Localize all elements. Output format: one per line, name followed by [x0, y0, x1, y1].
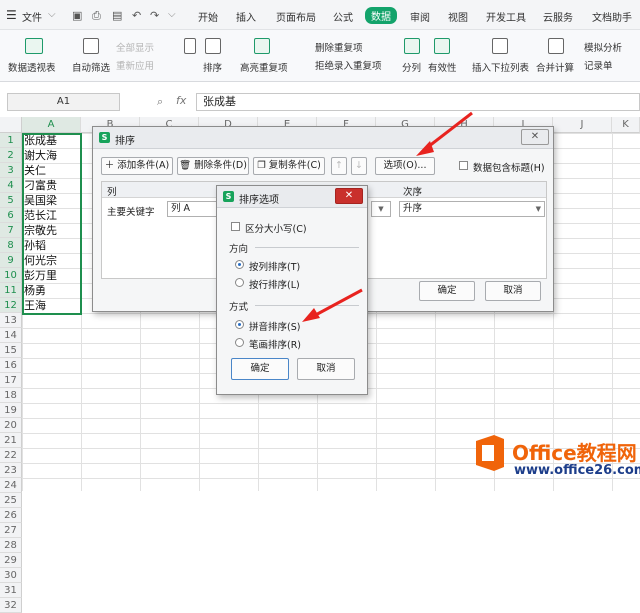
arrow-to-pinyin: [302, 288, 363, 322]
row-header[interactable]: 27: [0, 523, 22, 538]
row-header[interactable]: 29: [0, 553, 22, 568]
watermark-brand: Office教程网: [512, 441, 637, 465]
watermark-url: www.office26.com: [514, 463, 640, 478]
row-header[interactable]: 30: [0, 568, 22, 583]
row-header[interactable]: 28: [0, 538, 22, 553]
row-header[interactable]: 25: [0, 493, 22, 508]
office-logo-icon: [472, 433, 508, 473]
row-header[interactable]: 26: [0, 508, 22, 523]
annotation-arrows: [302, 111, 473, 322]
row-header[interactable]: 32: [0, 598, 22, 613]
arrow-to-options: [416, 111, 473, 156]
row-header[interactable]: 31: [0, 583, 22, 598]
